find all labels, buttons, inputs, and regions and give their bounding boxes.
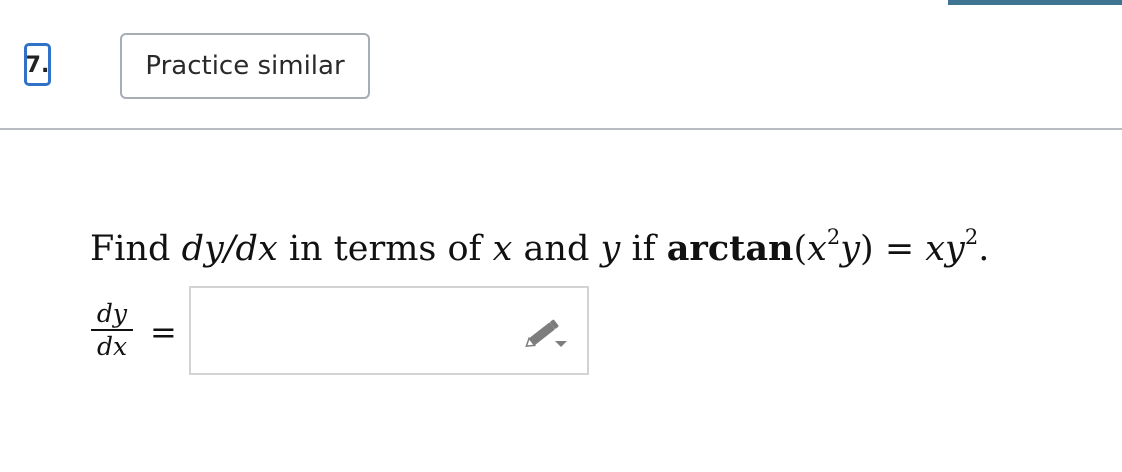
question-arctan: arctan (666, 228, 794, 269)
question-rhs: xy (925, 229, 965, 269)
answer-input[interactable] (191, 288, 511, 373)
practice-similar-label: Practice similar (145, 51, 345, 81)
answer-equals-sign: = (150, 313, 177, 351)
pencil-dropdown-icon[interactable] (521, 312, 569, 352)
question-number-badge: 7. (24, 43, 51, 86)
fraction-numerator: dy (96, 299, 128, 328)
question-open-paren: ( (793, 229, 808, 269)
fraction-denominator: dx (96, 332, 128, 361)
top-accent-bar (948, 0, 1122, 5)
question-if: if (631, 229, 656, 269)
question-text: Find dy/dx in terms of x and y if arctan… (90, 227, 990, 270)
question-x-base: x (807, 229, 827, 269)
question-equation: arctan(x2y) = xy2. (666, 227, 990, 270)
question-exponent: 2 (826, 225, 841, 249)
question-number: 7. (25, 53, 50, 78)
question-close-paren: ) (860, 229, 874, 269)
question-find: Find (90, 229, 171, 269)
question-dy-dx: dy/dx (181, 229, 278, 269)
question-and: and (523, 229, 590, 269)
question-var-x: x (492, 229, 513, 269)
question-var-y: y (600, 229, 621, 269)
question-in-terms-of: in terms of (288, 229, 482, 269)
question-rhs-exponent: 2 (964, 225, 979, 249)
question-y-inner: y (840, 229, 861, 269)
section-divider (0, 128, 1122, 130)
fraction-bar (91, 329, 133, 331)
answer-lhs-fraction: dy dx (90, 300, 134, 361)
question-period: . (978, 229, 990, 269)
question-equals: = (884, 229, 915, 269)
answer-box[interactable] (189, 286, 589, 375)
practice-similar-button[interactable]: Practice similar (120, 33, 370, 99)
